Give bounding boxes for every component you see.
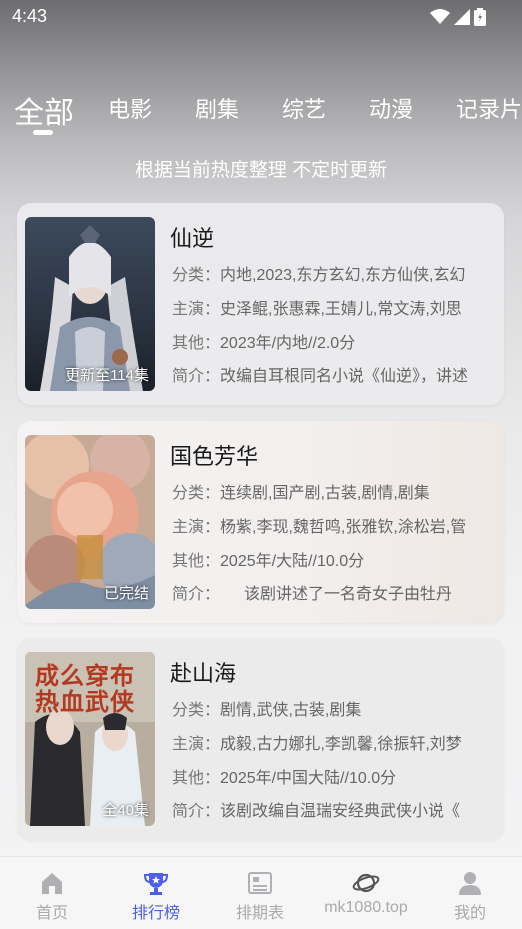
episode-badge: 更新至114集 [65,367,149,384]
tab-series[interactable]: 剧集 [195,92,239,124]
intro-row: 简介： 该剧讲述了一名奇女子由牡丹 [172,586,453,603]
item-title: 赴山海 [170,661,237,686]
nav-home[interactable]: 首页 [2,869,102,923]
list-item[interactable]: 已完结 国色芳华 分类：连续剧,国产剧,古装,剧情,剧集 主演：杨紫,李现,魏哲… [17,421,504,623]
intro-row: 简介：改编自耳根同名小说《仙逆》，讲述 [172,368,469,385]
nav-schedule[interactable]: 排期表 [210,869,310,923]
wifi-icon [430,9,450,24]
cast-row: 主演：史泽鲲,张惠霖,王婧儿,常文涛,刘思 [172,301,462,318]
status-time: 4:43 [12,6,48,26]
list-item[interactable]: 成么穿布 热血武侠 全40集 赴山海 分类：剧情,武侠,古装,剧集 主演：成毅,… [17,638,504,840]
item-title: 仙逆 [170,226,215,251]
tab-anime[interactable]: 动漫 [369,92,413,124]
planet-icon [352,873,380,893]
signal-icon [454,9,470,25]
home-icon [42,873,62,894]
nav-site[interactable]: mk1080.top [311,869,421,917]
status-bar: 4:43 [0,0,522,34]
category-row: 分类：连续剧,国产剧,古装,剧情,剧集 [172,485,430,502]
bottom-nav: 首页 排行榜 排期表 mk1080.top 我的 [0,856,522,929]
user-icon [459,872,481,895]
tab-variety[interactable]: 综艺 [282,92,326,124]
other-row: 其他：2025年/大陆//10.0分 [172,553,365,570]
episode-badge: 全40集 [102,802,149,819]
category-tabs: 全部 电影 剧集 综艺 动漫 记录片 [0,82,522,142]
tab-all[interactable]: 全部 [14,88,74,132]
poster-image: 已完结 [25,435,155,609]
schedule-icon [248,872,272,894]
intro-row: 简介：该剧改编自温瑞安经典武侠小说《 [172,803,461,820]
list-item[interactable]: 更新至114集 仙逆 分类：内地,2023,东方玄幻,东方仙侠,玄幻 主演：史泽… [17,203,504,405]
cast-row: 主演：杨紫,李现,魏哲鸣,张雅钦,涂松岩,管 [172,519,467,536]
status-icons [430,8,486,26]
tab-documentary[interactable]: 记录片 [456,92,522,124]
poster-image: 更新至114集 [25,217,155,391]
item-title: 国色芳华 [170,444,259,469]
cast-row: 主演：成毅,古力娜扎,李凯馨,徐振轩,刘梦 [172,736,462,753]
category-row: 分类：内地,2023,东方玄幻,东方仙侠,玄幻 [172,267,466,284]
other-row: 其他：2023年/内地//2.0分 [172,335,356,352]
category-row: 分类：剧情,武侠,古装,剧集 [172,702,362,719]
active-tab-indicator [33,130,53,135]
tab-movies[interactable]: 电影 [108,92,152,124]
poster-title-2: 热血武侠 [35,687,135,716]
trophy-icon [143,873,169,895]
other-row: 其他：2025年/中国大陆//10.0分 [172,770,397,787]
nav-profile[interactable]: 我的 [420,869,520,923]
nav-ranking[interactable]: 排行榜 [106,869,206,923]
poster-image: 成么穿布 热血武侠 全40集 [25,652,155,826]
battery-icon [474,8,486,26]
status-badge: 已完结 [103,585,149,602]
ranking-subtitle: 根据当前热度整理 不定时更新 [134,160,388,181]
